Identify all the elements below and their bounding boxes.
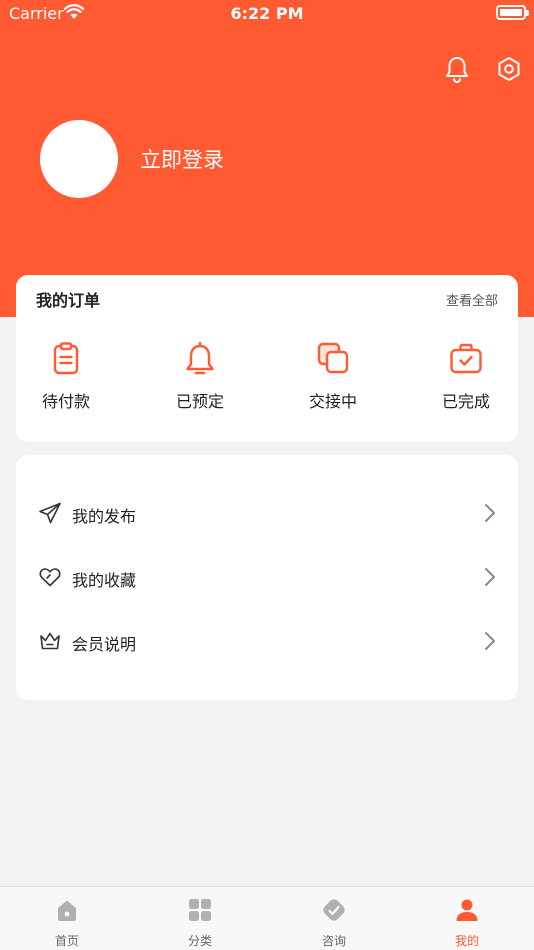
tab-category[interactable]: 分类 — [160, 897, 240, 949]
settings-gear-icon[interactable] — [494, 54, 524, 84]
menu-item-label: 我的收藏 — [72, 571, 137, 590]
copy-icon — [317, 342, 349, 374]
order-status-pending-payment[interactable]: 待付款 — [16, 341, 116, 412]
menu-card: 我的发布 我的收藏 会员说明 — [16, 455, 518, 700]
user-icon — [456, 899, 478, 921]
tab-label: 我的 — [454, 934, 479, 948]
chevron-right-icon — [485, 504, 495, 522]
order-status-label: 已完成 — [441, 392, 490, 411]
order-status-handover[interactable]: 交接中 — [283, 341, 383, 412]
order-status-label: 交接中 — [308, 392, 357, 411]
grid-icon — [189, 899, 211, 921]
tab-label: 分类 — [187, 934, 212, 948]
bell-icon — [186, 341, 214, 375]
battery-icon — [496, 5, 529, 20]
chat-icon — [323, 899, 345, 921]
menu-item-membership[interactable]: 会员说明 — [16, 619, 518, 663]
menu-item-label: 会员说明 — [72, 635, 137, 654]
view-all-orders-link[interactable]: 查看全部 — [446, 290, 498, 309]
tab-label: 咨询 — [321, 934, 346, 948]
tab-label: 首页 — [54, 934, 79, 948]
home-icon — [58, 900, 76, 921]
menu-item-favorites[interactable]: 我的收藏 — [16, 555, 518, 599]
order-status-label: 待付款 — [41, 392, 90, 411]
crown-icon — [40, 632, 60, 650]
avatar[interactable] — [40, 120, 118, 198]
send-icon — [39, 502, 61, 524]
chevron-right-icon — [485, 568, 495, 586]
tab-mine[interactable]: 我的 — [427, 897, 507, 949]
menu-item-my-posts[interactable]: 我的发布 — [16, 491, 518, 535]
clock: 6:22 PM — [230, 4, 304, 23]
order-status-completed[interactable]: 已完成 — [416, 341, 516, 412]
heart-icon — [39, 568, 61, 587]
tab-bar: 首页 分类 咨询 我的 — [0, 886, 534, 950]
status-bar: Carrier 6:22 PM — [0, 0, 534, 28]
briefcase-check-icon — [450, 343, 482, 374]
chevron-right-icon — [485, 632, 495, 650]
order-status-label: 已预定 — [175, 392, 224, 411]
login-link[interactable]: 立即登录 — [140, 144, 224, 174]
menu-item-label: 我的发布 — [72, 507, 137, 526]
tab-home[interactable]: 首页 — [27, 897, 107, 949]
tab-consult[interactable]: 咨询 — [294, 897, 374, 949]
notification-bell-icon[interactable] — [442, 54, 472, 84]
orders-card: 我的订单 查看全部 待付款 已预定 交接中 已完成 — [16, 275, 518, 442]
orders-title: 我的订单 — [36, 291, 101, 310]
order-status-reserved[interactable]: 已预定 — [150, 341, 250, 412]
clipboard-icon — [53, 342, 79, 375]
